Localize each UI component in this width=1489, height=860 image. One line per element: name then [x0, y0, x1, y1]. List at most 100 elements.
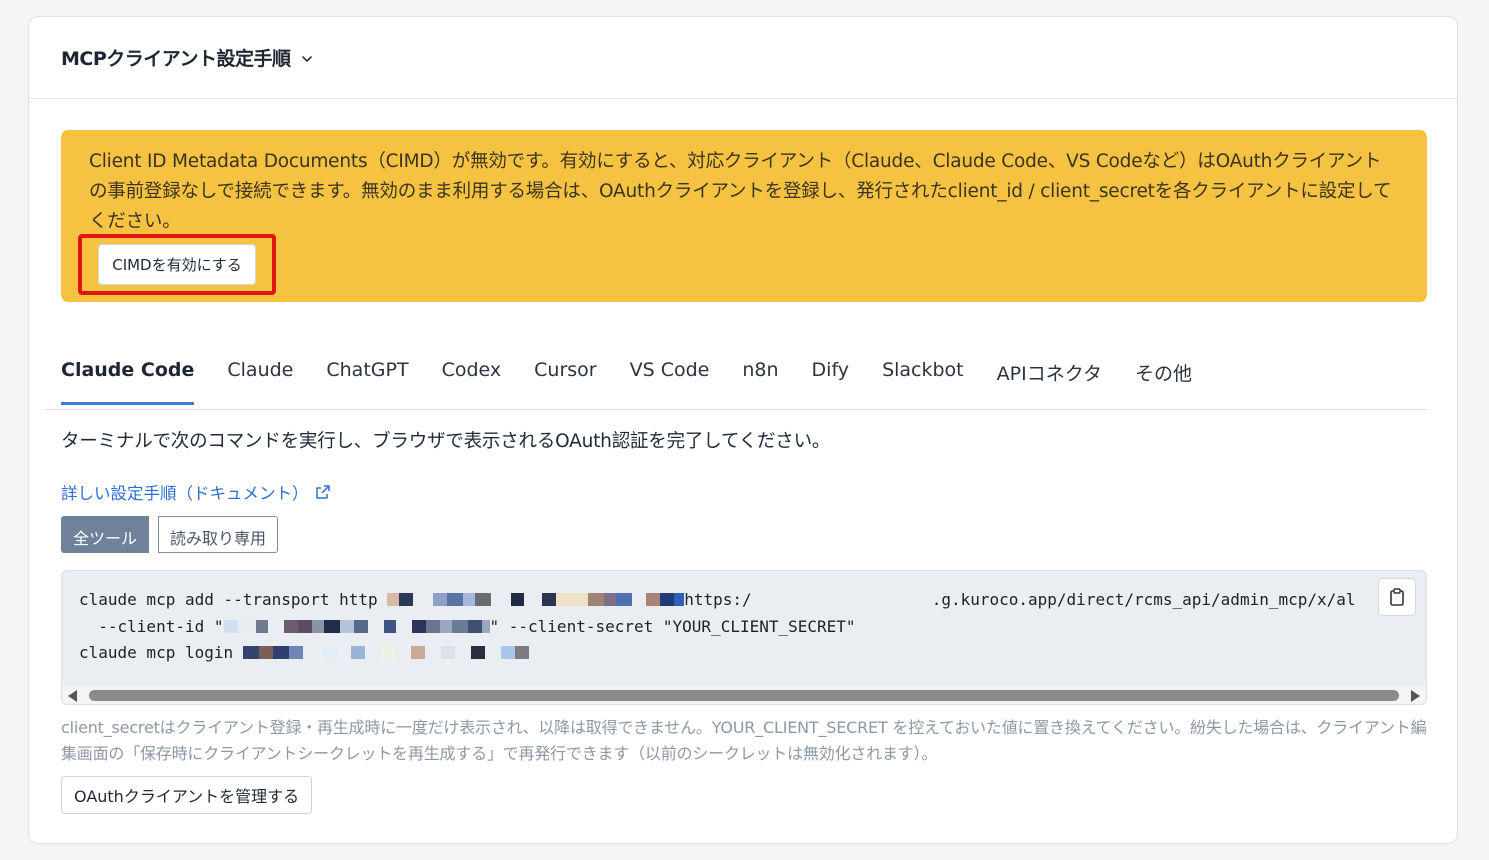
- chevron-down-icon[interactable]: [299, 51, 315, 67]
- redacted-block: [383, 619, 396, 633]
- redacted-block: [350, 646, 365, 659]
- doc-link-label: 詳しい設定手順（ドキュメント）: [61, 484, 309, 503]
- read-only-button[interactable]: 読み取り専用: [158, 516, 279, 553]
- redacted-block: [272, 646, 289, 659]
- command-code-block[interactable]: claude mcp add --transport http https:/.…: [61, 570, 1427, 705]
- redacted-block: [451, 619, 468, 633]
- code-line2-prefix: --client-id ": [79, 616, 224, 636]
- redacted-block: [396, 620, 412, 633]
- redacted-block: [365, 646, 381, 659]
- redacted-block: [387, 593, 400, 606]
- tab-dify[interactable]: Dify: [812, 347, 850, 402]
- doc-link[interactable]: 詳しい設定手順（ドキュメント）: [61, 480, 331, 504]
- code-line1-prefix: claude mcp add --transport http: [79, 590, 388, 609]
- tab-chatgpt[interactable]: ChatGPT: [326, 347, 408, 402]
- redacted-block: [433, 593, 448, 606]
- enable-cimd-button[interactable]: CIMDを有効にする: [98, 244, 256, 285]
- redacted-block: [491, 593, 511, 606]
- tab-codex[interactable]: Codex: [442, 347, 502, 402]
- redacted-block: [311, 619, 324, 633]
- redacted-block: [604, 593, 617, 606]
- redacted-block: [395, 646, 411, 659]
- cimd-warning-text: Client ID Metadata Documents（CIMD）が無効です。…: [89, 151, 1392, 232]
- tab-vs-code[interactable]: VS Code: [630, 347, 710, 402]
- redacted-block: [752, 593, 932, 606]
- redacted-block: [297, 619, 312, 633]
- redacted-block: [255, 619, 268, 633]
- command-text[interactable]: claude mcp add --transport http https:/.…: [79, 587, 1356, 667]
- redacted-block: [303, 646, 323, 659]
- redacted-block: [413, 593, 433, 606]
- tab-n8n[interactable]: n8n: [742, 347, 778, 402]
- redacted-block: [646, 593, 661, 606]
- cimd-warning-banner: Client ID Metadata Documents（CIMD）が無効です。…: [61, 130, 1427, 302]
- redacted-block: [514, 646, 529, 659]
- redacted-block: [470, 646, 485, 659]
- redacted-block: [440, 646, 455, 659]
- redacted-block: [425, 619, 440, 633]
- horizontal-scrollbar[interactable]: [62, 686, 1426, 704]
- tab-other[interactable]: その他: [1135, 347, 1192, 402]
- redacted-block: [380, 646, 395, 659]
- redacted-block: [268, 620, 284, 633]
- redacted-block: [447, 593, 464, 606]
- redacted-block: [674, 593, 685, 606]
- tool-mode-toggle: 全ツール 読み取り専用: [61, 516, 279, 553]
- redacted-block: [410, 646, 425, 659]
- page-title: MCPクライアント設定手順: [61, 48, 291, 70]
- redacted-block: [475, 593, 492, 606]
- redacted-block: [399, 593, 414, 606]
- redacted-block: [542, 593, 557, 606]
- scroll-left-arrow-icon[interactable]: [68, 690, 77, 702]
- redacted-block: [237, 619, 256, 633]
- redacted-block: [242, 646, 259, 659]
- redacted-block: [353, 619, 368, 633]
- redacted-block: [425, 646, 441, 659]
- code-url-end: .g.kuroco.app/direct/rcms_api/admin_mcp/…: [931, 590, 1356, 609]
- redacted-block: [439, 619, 452, 633]
- redacted-block: [588, 593, 605, 606]
- highlight-box: CIMDを有効にする: [78, 234, 276, 295]
- redacted-block: [463, 593, 476, 606]
- redacted-block: [337, 646, 351, 659]
- tab-claude[interactable]: Claude: [227, 347, 293, 402]
- redacted-block: [283, 619, 298, 633]
- redacted-block: [339, 619, 354, 633]
- redacted-block: [288, 646, 303, 659]
- redacted-block: [524, 593, 542, 606]
- scroll-right-arrow-icon[interactable]: [1411, 690, 1420, 702]
- redacted-block: [411, 619, 426, 633]
- redacted-block: [467, 619, 482, 633]
- mcp-settings-card: MCPクライアント設定手順 Client ID Metadata Documen…: [28, 16, 1458, 844]
- redacted-block: [511, 593, 525, 606]
- copy-button[interactable]: [1378, 578, 1416, 616]
- redacted-block: [660, 593, 675, 606]
- redacted-block: [323, 619, 340, 633]
- client-secret-note: client_secretはクライアント登録・再生成時に一度だけ表示され、以降は…: [61, 718, 1427, 763]
- instruction-text: ターミナルで次のコマンドを実行し、ブラウザで表示されるOAuth認証を完了してく…: [61, 431, 831, 452]
- tab-cursor[interactable]: Cursor: [534, 347, 596, 402]
- tab-api-connector[interactable]: APIコネクタ: [997, 347, 1102, 402]
- redacted-block: [556, 593, 589, 606]
- all-tools-button[interactable]: 全ツール: [61, 516, 150, 553]
- redacted-block: [322, 646, 337, 659]
- redacted-block: [368, 620, 384, 633]
- manage-oauth-clients-button[interactable]: OAuthクライアントを管理する: [61, 776, 313, 814]
- redacted-block: [223, 619, 238, 633]
- scrollbar-thumb[interactable]: [89, 690, 1399, 701]
- redacted-block: [455, 646, 471, 659]
- redacted-block: [632, 593, 646, 606]
- code-line2-suffix: " --client-secret "YOUR_CLIENT_SECRET": [489, 616, 856, 636]
- tab-claude-code[interactable]: Claude Code: [61, 347, 195, 405]
- code-url-start: https:/: [684, 590, 752, 609]
- external-link-icon: [315, 485, 330, 499]
- code-line3-prefix: claude mcp login: [79, 643, 243, 662]
- redacted-block: [616, 593, 633, 606]
- redacted-block: [485, 646, 501, 659]
- card-header[interactable]: MCPクライアント設定手順: [29, 17, 1457, 99]
- client-tabs: Claude Code Claude ChatGPT Codex Cursor …: [45, 347, 1427, 410]
- clipboard-icon: [1390, 588, 1404, 606]
- redacted-block: [500, 646, 515, 659]
- tab-slackbot[interactable]: Slackbot: [882, 347, 964, 402]
- redacted-block: [481, 619, 490, 633]
